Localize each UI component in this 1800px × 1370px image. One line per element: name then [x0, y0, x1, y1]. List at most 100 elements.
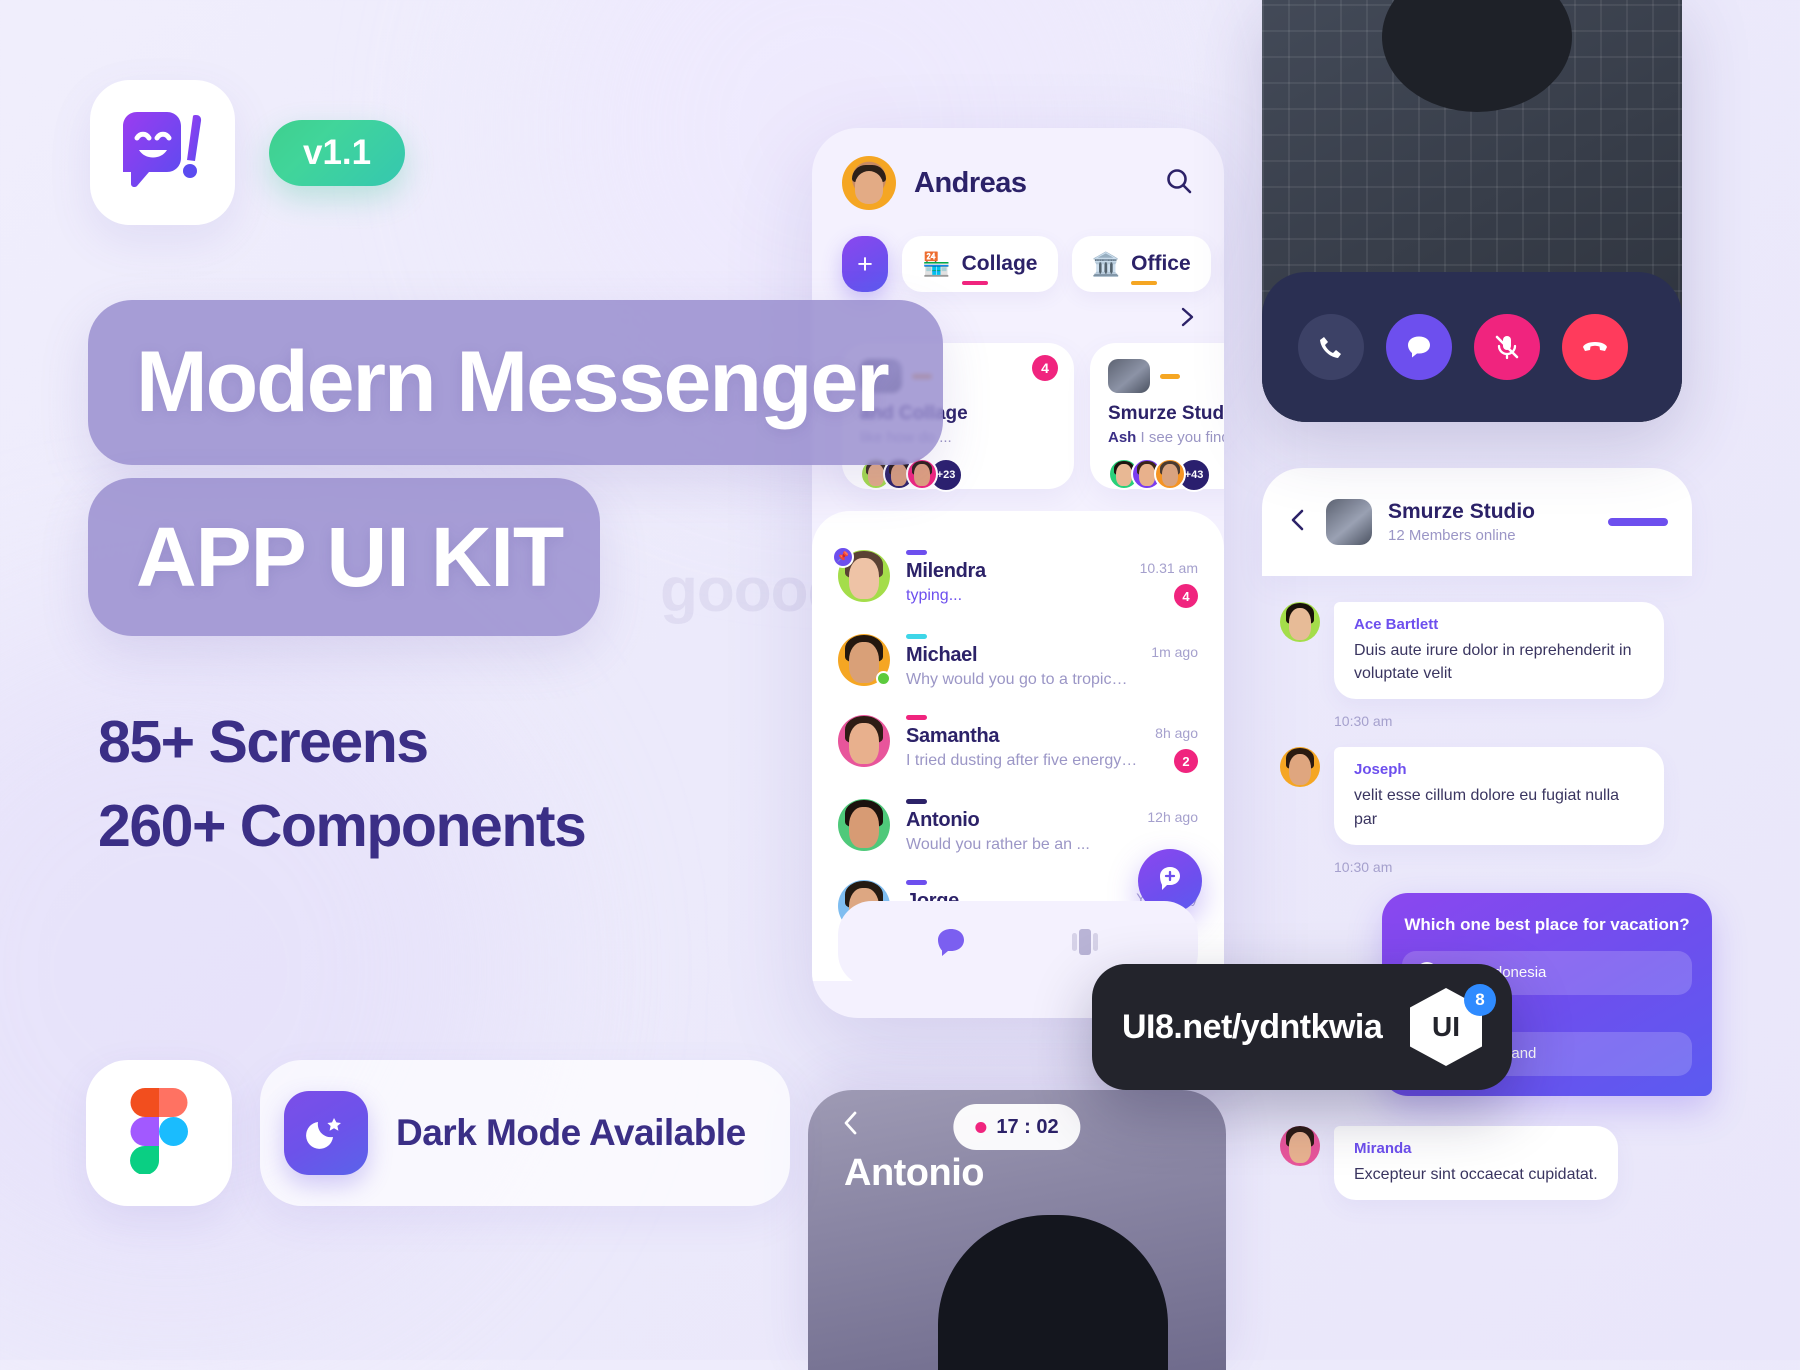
marketing-column: v1.1 Modern Messenger APP UI KIT 85+ Scr…	[0, 0, 943, 1360]
list-item[interactable]: 📌 Milendra typing... 10.31 am 4	[832, 537, 1198, 621]
figma-card	[86, 1060, 232, 1206]
message-sender: Ace Bartlett	[1354, 616, 1439, 633]
chat-tag	[906, 880, 927, 885]
caller-silhouette	[938, 1215, 1168, 1370]
version-badge: v1.1	[269, 119, 406, 186]
stat-components: 260+ Components	[98, 793, 587, 859]
message-sender: Joseph	[1354, 761, 1407, 779]
chat-name: Antonio	[906, 809, 980, 831]
avatar	[1280, 602, 1320, 642]
list-item[interactable]: Antonio Would you rather be an ... 12h a…	[838, 786, 1198, 867]
chevron-right-icon[interactable]	[1176, 306, 1198, 333]
chevron-left-icon[interactable]	[838, 1110, 864, 1141]
add-category-button[interactable]: +	[842, 236, 888, 292]
avatar	[1280, 1125, 1320, 1166]
list-item[interactable]: Samantha I tried dusting after five ener…	[838, 702, 1198, 786]
group-unread-badge: 4	[1032, 355, 1058, 381]
avatar	[838, 799, 890, 851]
speech-bubble-smile-logo-icon	[111, 98, 215, 207]
chat-preview: typing...	[906, 587, 963, 604]
chat-time: 1m ago	[1151, 644, 1198, 660]
promo-url: UI8.net/ydntkwia	[1122, 1007, 1383, 1046]
avatar: 📌	[832, 546, 890, 602]
phone-home-screen: Andreas + 🏪 Collage 🏛️ Office 🏢 Medi	[812, 128, 1224, 1018]
active-call-screen: 17 : 02 Antonio	[808, 1090, 1226, 1370]
avatar	[1154, 458, 1186, 490]
chat-time: 8h ago	[1155, 725, 1198, 741]
caller-name: Antonio	[844, 1152, 985, 1194]
chat-name: Michael	[906, 644, 978, 666]
chip-office[interactable]: 🏛️ Office	[1071, 236, 1211, 292]
message-bubble: Miranda Excepteur sint occaecat cupidata…	[1334, 1125, 1618, 1200]
list-item[interactable]: Michael Why would you go to a tropical i…	[838, 621, 1198, 702]
tab-chats[interactable]	[934, 925, 968, 964]
category-chip-row[interactable]: + 🏪 Collage 🏛️ Office 🏢 Medi	[812, 210, 1224, 292]
chat-time: 10.31 am	[1139, 560, 1198, 576]
chat-preview: I tried dusting after five energy drinks…	[906, 752, 1139, 769]
chat-unread-badge: 4	[1174, 584, 1198, 608]
store-icon: 🏪	[922, 250, 951, 277]
search-icon[interactable]	[1164, 166, 1194, 201]
group-card[interactable]: Smurze Stud Ash I see you find your +43	[1090, 343, 1224, 492]
new-message-icon	[1154, 863, 1186, 900]
message-time: 10:30 am	[1334, 858, 1393, 875]
message-text: velit esse cillum dolore eu fugiat nulla…	[1354, 787, 1620, 828]
call-timer: 17 : 02	[953, 1104, 1081, 1150]
chip-collage[interactable]: 🏪 Collage	[902, 236, 1058, 292]
ui8-logo-text: UI	[1432, 1011, 1460, 1042]
message-row: Ace Bartlett Duis aute irure dolor in re…	[1262, 602, 1692, 705]
avatar	[838, 634, 891, 686]
chip-collage-label: Collage	[961, 252, 1038, 285]
avatar	[838, 715, 890, 767]
chat-detail-header: Smurze Studio 12 Members online	[1262, 468, 1692, 576]
group-preview: Ash I see you find your	[1108, 429, 1224, 446]
chat-detail-screen: Smurze Studio 12 Members online Ace Bart…	[1262, 468, 1712, 1368]
call-controls[interactable]	[1262, 272, 1682, 422]
message-bubble: Joseph velit esse cillum dolore eu fugia…	[1334, 747, 1664, 845]
home-user-name: Andreas	[914, 166, 1027, 199]
chat-tag	[906, 799, 927, 804]
message-time: 10:30 am	[1334, 713, 1393, 730]
chat-detail-title: Smurze Studio	[1388, 500, 1536, 523]
bank-icon: 🏛️	[1091, 250, 1121, 277]
online-indicator	[876, 671, 891, 686]
chat-detail-subtitle: 12 Members online	[1388, 527, 1516, 544]
dark-mode-label: Dark Mode Available	[396, 1112, 746, 1153]
headline-bar-secondary: APP UI KIT	[88, 478, 600, 636]
avatar	[1280, 747, 1320, 788]
stat-screens: 85+ Screens	[98, 709, 429, 775]
group-preview-text: I see you find your	[1140, 429, 1224, 446]
dark-mode-card: Dark Mode Available	[260, 1060, 790, 1206]
chat-name: Samantha	[906, 725, 1000, 747]
chat-time: 12h ago	[1147, 809, 1198, 825]
chat-tag	[906, 550, 927, 555]
chat-name: Milendra	[906, 560, 986, 582]
chat-bubble-icon[interactable]	[1386, 314, 1452, 380]
headline-line1: Modern Messenger	[136, 334, 890, 430]
end-call-icon[interactable]	[1562, 314, 1628, 380]
phone-icon[interactable]	[1298, 314, 1364, 380]
video-call-screen	[1262, 0, 1682, 422]
message-row: Joseph velit esse cillum dolore eu fugia…	[1262, 747, 1692, 850]
app-logo-tile	[90, 80, 235, 225]
headline-line2: APP UI KIT	[136, 509, 564, 604]
header-action[interactable]	[1608, 518, 1668, 526]
member-avatar-stack: +43	[1108, 458, 1224, 492]
headline-bar-primary: Modern Messenger	[88, 300, 943, 465]
bottom-feature-cards: Dark Mode Available	[86, 1060, 790, 1206]
promo-pill[interactable]: UI8.net/ydntkwia UI 8	[1092, 964, 1512, 1090]
message-text: Duis aute irure dolor in reprehenderit i…	[1354, 642, 1632, 683]
message-bubble: Ace Bartlett Duis aute irure dolor in re…	[1334, 602, 1664, 700]
chip-office-label: Office	[1131, 252, 1191, 285]
tab-stories[interactable]	[1068, 925, 1102, 964]
chat-unread-badge: 2	[1174, 749, 1198, 773]
recording-dot-icon	[975, 1121, 987, 1133]
avatar[interactable]	[842, 156, 896, 210]
mic-off-icon[interactable]	[1474, 314, 1540, 380]
chat-preview: Would you rather be an ...	[906, 836, 1090, 853]
home-header: Andreas	[812, 128, 1224, 210]
group-thumbnail	[1108, 359, 1150, 393]
call-timer-value: 17 : 02	[996, 1115, 1059, 1138]
chevron-left-icon[interactable]	[1286, 508, 1310, 537]
chat-tag	[906, 634, 927, 639]
